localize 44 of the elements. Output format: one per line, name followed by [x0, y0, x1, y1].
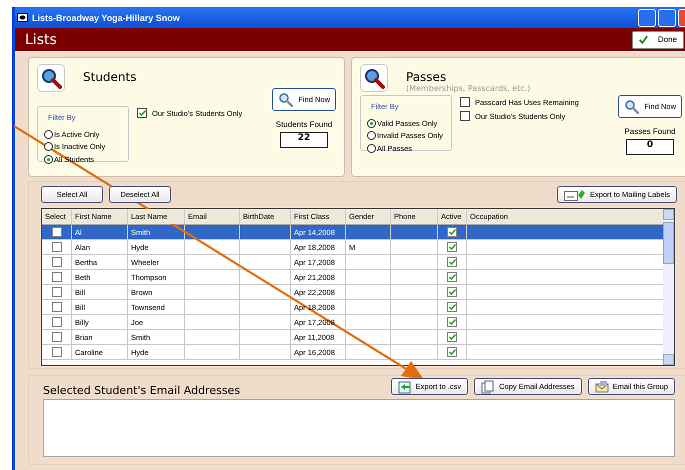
checkbox[interactable]	[52, 317, 62, 327]
search-icon	[37, 64, 65, 92]
checkbox[interactable]	[460, 111, 470, 121]
found-label: Passes Found	[624, 127, 676, 136]
done-button[interactable]: Done	[632, 30, 684, 48]
search-icon	[278, 92, 293, 107]
minimize-button[interactable]	[638, 8, 656, 26]
export-icon	[398, 380, 412, 394]
found-label: Students Found	[276, 120, 332, 129]
checkbox[interactable]	[137, 108, 147, 118]
checkbox[interactable]	[52, 332, 62, 342]
found-count: 0	[626, 139, 674, 155]
search-icon	[360, 64, 388, 92]
email-addresses-field[interactable]	[43, 399, 675, 457]
app-icon	[17, 13, 28, 22]
found-count: 22	[280, 132, 328, 148]
scrollbar[interactable]	[663, 209, 674, 365]
panel-title: Students	[83, 70, 136, 84]
checkbox[interactable]	[460, 97, 470, 107]
section-title: Selected Student's Email Addresses	[43, 384, 240, 396]
checkbox[interactable]	[52, 272, 62, 282]
radio-button[interactable]	[367, 131, 376, 140]
search-icon	[624, 99, 639, 114]
checkmark-icon	[639, 34, 648, 45]
checkbox[interactable]	[52, 242, 62, 252]
envelope-icon	[594, 380, 609, 394]
labels-icon	[564, 188, 586, 200]
maximize-button[interactable]	[658, 8, 676, 26]
radio-button[interactable]	[44, 130, 53, 139]
checkbox[interactable]	[52, 227, 62, 237]
copy-icon	[481, 380, 496, 394]
page-title: Lists	[25, 32, 57, 48]
scroll-thumb[interactable]	[663, 222, 674, 264]
window-title: Lists-Broadway Yoga-Hillary Snow	[32, 12, 180, 22]
radio-button[interactable]	[44, 142, 53, 152]
radio-button[interactable]	[44, 154, 53, 164]
radio-button[interactable]	[367, 144, 376, 153]
panel-subtitle: (Memberships, Passcards, etc.)	[406, 84, 530, 93]
panel-title: Passes	[406, 70, 448, 84]
checkbox[interactable]	[52, 302, 62, 312]
checkbox[interactable]	[52, 257, 62, 267]
checkbox[interactable]	[52, 287, 62, 297]
radio-button[interactable]	[367, 118, 376, 128]
checkbox[interactable]	[52, 347, 62, 357]
